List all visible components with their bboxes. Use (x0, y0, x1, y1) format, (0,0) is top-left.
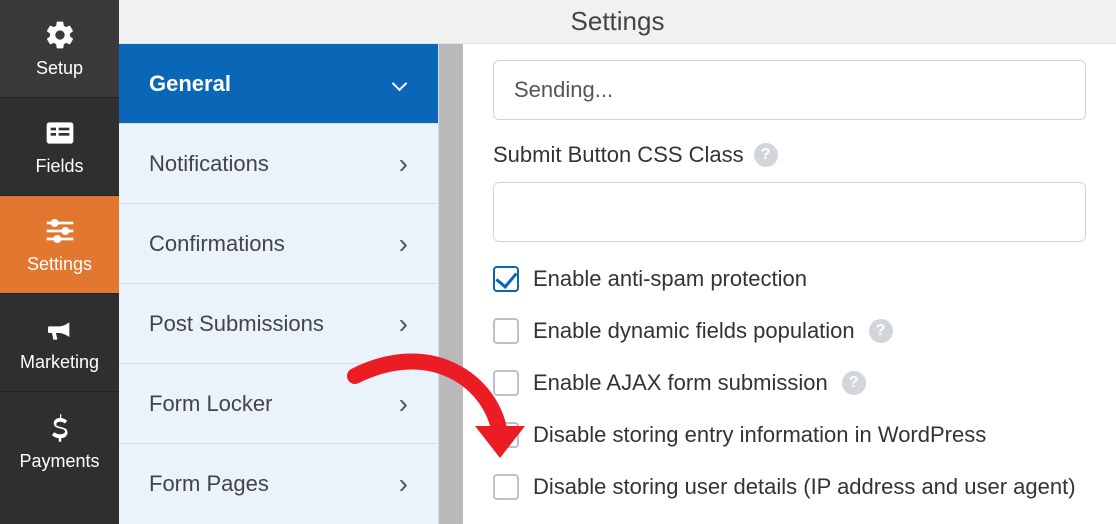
sliders-icon (43, 214, 77, 248)
subnav-item-label: Form Locker (149, 391, 272, 417)
sidebar-item-label: Marketing (20, 352, 99, 373)
checkbox[interactable] (493, 266, 519, 292)
chevron-right-icon (399, 388, 408, 420)
sidebar-item-setup[interactable]: Setup (0, 0, 119, 98)
checkbox[interactable] (493, 422, 519, 448)
dollar-icon (43, 411, 77, 445)
option-row: Disable storing user details (IP address… (493, 474, 1086, 500)
subnav-item-confirmations[interactable]: Confirmations (119, 204, 438, 284)
help-icon[interactable]: ? (754, 143, 778, 167)
gear-icon (43, 18, 77, 52)
sidebar-item-payments[interactable]: Payments (0, 392, 119, 490)
help-icon[interactable]: ? (842, 371, 866, 395)
option-label: Enable dynamic fields population (533, 318, 855, 344)
sidebar-item-label: Payments (19, 451, 99, 472)
subnav-item-post-submissions[interactable]: Post Submissions (119, 284, 438, 364)
subnav-item-label: Confirmations (149, 231, 285, 257)
option-label: Enable AJAX form submission (533, 370, 828, 396)
chevron-down-icon (392, 76, 408, 92)
chevron-right-icon (399, 228, 408, 260)
settings-panel: Submit Button CSS Class ? Enable anti-sp… (463, 44, 1116, 524)
help-icon[interactable]: ? (869, 319, 893, 343)
subnav-item-notifications[interactable]: Notifications (119, 124, 438, 204)
main-sidebar: Setup Fields Settings Marketing Payments (0, 0, 119, 524)
subnav-item-form-locker[interactable]: Form Locker (119, 364, 438, 444)
sidebar-item-label: Fields (35, 156, 83, 177)
settings-subnav: General Notifications Confirmations Post… (119, 44, 439, 524)
page-title: Settings (119, 0, 1116, 44)
options-list: Enable anti-spam protection Enable dynami… (493, 266, 1086, 500)
subnav-item-label: Notifications (149, 151, 269, 177)
css-class-label: Submit Button CSS Class ? (493, 142, 1086, 168)
css-class-input[interactable] (493, 182, 1086, 242)
option-label: Disable storing user details (IP address… (533, 474, 1076, 500)
chevron-right-icon (399, 308, 408, 340)
checkbox[interactable] (493, 474, 519, 500)
option-row: Enable AJAX form submission? (493, 370, 1086, 396)
subnav-item-label: General (149, 71, 231, 97)
sidebar-item-settings[interactable]: Settings (0, 196, 119, 294)
option-row: Enable dynamic fields population? (493, 318, 1086, 344)
sidebar-item-marketing[interactable]: Marketing (0, 294, 119, 392)
option-label: Enable anti-spam protection (533, 266, 807, 292)
css-class-label-text: Submit Button CSS Class (493, 142, 744, 168)
sidebar-item-label: Setup (36, 58, 83, 79)
subnav-item-label: Form Pages (149, 471, 269, 497)
bullhorn-icon (43, 312, 77, 346)
subnav-item-label: Post Submissions (149, 311, 324, 337)
option-label: Disable storing entry information in Wor… (533, 422, 986, 448)
column-gutter (439, 44, 463, 524)
chevron-right-icon (399, 468, 408, 500)
subnav-item-general[interactable]: General (119, 44, 438, 124)
option-row: Enable anti-spam protection (493, 266, 1086, 292)
checkbox[interactable] (493, 318, 519, 344)
list-icon (43, 116, 77, 150)
checkbox[interactable] (493, 370, 519, 396)
chevron-right-icon (399, 148, 408, 180)
sidebar-item-label: Settings (27, 254, 92, 275)
sidebar-item-fields[interactable]: Fields (0, 98, 119, 196)
option-row: Disable storing entry information in Wor… (493, 422, 1086, 448)
submit-button-text-input[interactable] (493, 60, 1086, 120)
subnav-item-form-pages[interactable]: Form Pages (119, 444, 438, 524)
